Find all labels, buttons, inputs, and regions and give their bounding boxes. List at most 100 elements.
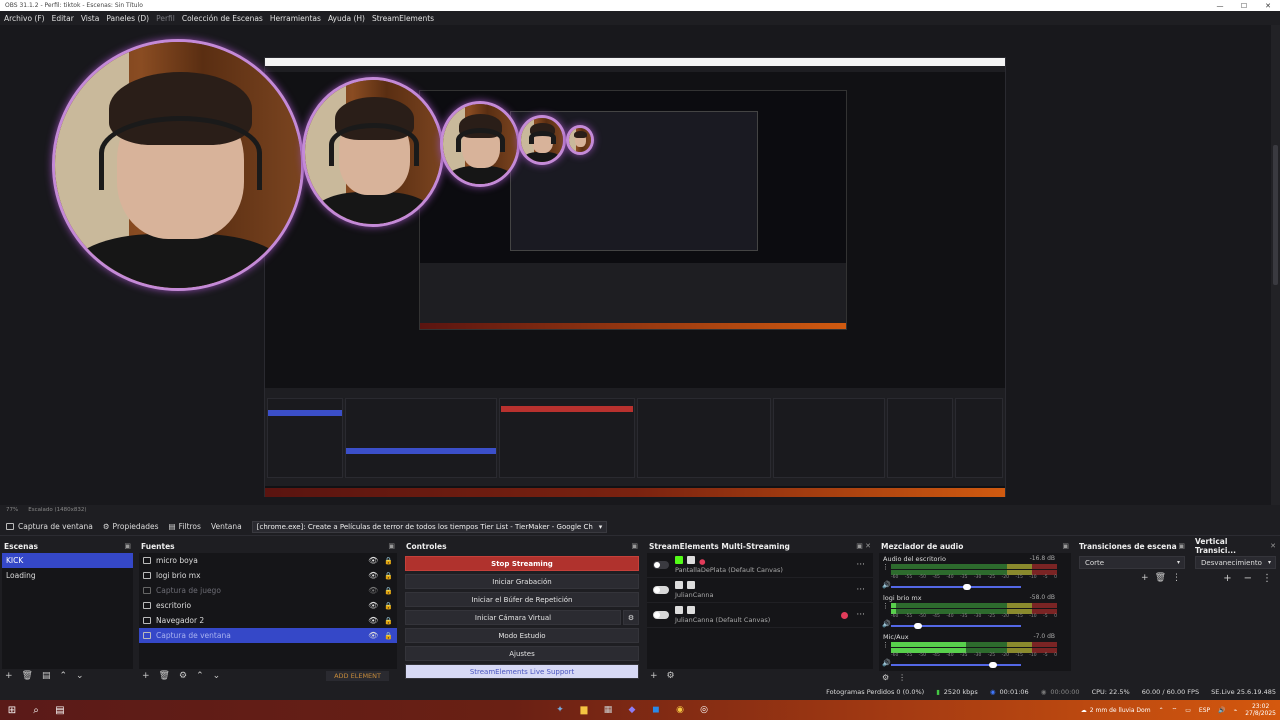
speaker-icon[interactable]: 🔊 bbox=[882, 659, 891, 667]
scale-label[interactable]: Escalado (1480x832) bbox=[28, 507, 86, 513]
zoom-level[interactable]: 77% bbox=[6, 507, 18, 513]
close-icon[interactable]: ✕ bbox=[1270, 542, 1276, 550]
source-item-selected[interactable]: Captura de ventana 👁 🔒 bbox=[139, 628, 397, 643]
source-item[interactable]: Captura de juego 👁 🔒 bbox=[139, 583, 397, 598]
app-icon[interactable]: ◆ bbox=[620, 705, 644, 715]
preview-scrollbar[interactable] bbox=[1271, 25, 1280, 505]
eye-hidden-icon[interactable]: 👁 bbox=[368, 586, 378, 595]
language-indicator[interactable]: ESP bbox=[1199, 707, 1210, 714]
weather-icon[interactable]: ☁ bbox=[1081, 707, 1087, 714]
gear-icon[interactable]: ⚙ bbox=[667, 671, 675, 681]
eye-icon[interactable]: 👁 bbox=[368, 556, 378, 565]
more-icon[interactable]: ··· bbox=[856, 610, 865, 620]
eye-icon[interactable]: 👁 bbox=[368, 601, 378, 610]
toggle-switch[interactable] bbox=[653, 561, 669, 569]
source-item[interactable]: micro boya 👁 🔒 bbox=[139, 553, 397, 568]
preview-canvas[interactable] bbox=[0, 25, 1280, 505]
menu-perfil[interactable]: Perfil bbox=[156, 14, 175, 23]
store-icon[interactable]: ▦ bbox=[596, 705, 620, 715]
scene-filter-icon[interactable]: ▤ bbox=[42, 671, 51, 681]
obs-icon[interactable]: ◎ bbox=[692, 705, 716, 715]
file-explorer-icon[interactable]: ▆ bbox=[572, 705, 596, 715]
menu-paneles[interactable]: Paneles (D) bbox=[106, 14, 149, 23]
settings-button[interactable]: Ajustes bbox=[405, 646, 639, 661]
add-icon[interactable]: + bbox=[650, 671, 658, 681]
toggle-switch[interactable] bbox=[653, 586, 669, 594]
menu-editar[interactable]: Editar bbox=[52, 14, 74, 23]
live-support-button[interactable]: StreamElements Live Support bbox=[405, 664, 639, 679]
replay-buffer-button[interactable]: Iniciar el Búfer de Repetición bbox=[405, 592, 639, 607]
dock-menu-icon[interactable]: ▣ bbox=[1062, 542, 1069, 550]
battery-icon[interactable]: ▭ bbox=[1185, 707, 1191, 714]
more-icon[interactable]: ⋮ bbox=[1172, 573, 1181, 583]
more-icon[interactable]: ⋮ bbox=[1262, 573, 1272, 584]
window-select[interactable]: [chrome.exe]: Create a Películas de terr… bbox=[251, 520, 608, 533]
virtual-camera-button[interactable]: Iniciar Cámara Virtual bbox=[405, 610, 621, 625]
task-view-icon[interactable]: ▤ bbox=[48, 705, 72, 716]
filters-button[interactable]: ▤ Filtros bbox=[169, 522, 201, 531]
minimize-button[interactable]: — bbox=[1208, 2, 1232, 10]
wifi-icon[interactable]: ⌔ bbox=[1172, 706, 1178, 714]
volume-slider[interactable] bbox=[891, 623, 1021, 629]
start-recording-button[interactable]: Iniciar Grabación bbox=[405, 574, 639, 589]
stop-streaming-button[interactable]: Stop Streaming bbox=[405, 556, 639, 571]
dock-menu-icon[interactable]: ▣ bbox=[1178, 542, 1185, 550]
add-icon[interactable]: + bbox=[142, 671, 150, 681]
move-down-icon[interactable]: ⌄ bbox=[76, 671, 84, 681]
lock-icon[interactable]: 🔒 bbox=[384, 572, 393, 580]
source-item[interactable]: escritorio 👁 🔒 bbox=[139, 598, 397, 613]
volume-slider[interactable] bbox=[891, 584, 1021, 590]
weather-text[interactable]: 2 mm de lluvia Dom bbox=[1090, 707, 1151, 714]
dock-menu-icon[interactable]: ▣ bbox=[124, 542, 131, 550]
search-icon[interactable]: ⌕ bbox=[24, 705, 48, 716]
eye-hidden-icon[interactable]: 👁 bbox=[368, 631, 378, 640]
menu-ayuda[interactable]: Ayuda (H) bbox=[328, 14, 365, 23]
menu-archivo[interactable]: Archivo (F) bbox=[4, 14, 45, 23]
scene-item-loading[interactable]: Loading bbox=[2, 568, 133, 583]
menu-herramientas[interactable]: Herramientas bbox=[270, 14, 321, 23]
scene-item-kick[interactable]: KICK bbox=[2, 553, 133, 568]
mixer-settings-icon[interactable]: ⚙ bbox=[882, 673, 889, 682]
add-icon[interactable]: + bbox=[5, 671, 13, 681]
eye-icon[interactable]: 👁 bbox=[368, 571, 378, 580]
volume-slider[interactable] bbox=[891, 662, 1021, 668]
eye-icon[interactable]: 👁 bbox=[368, 616, 378, 625]
close-button[interactable]: ✕ bbox=[1256, 2, 1280, 10]
dock-menu-icon[interactable]: ▣ bbox=[388, 542, 395, 550]
transition-select[interactable]: Corte ▾ bbox=[1079, 556, 1185, 569]
add-icon[interactable]: + bbox=[1223, 573, 1231, 584]
lock-icon[interactable]: 🔒 bbox=[384, 632, 393, 640]
trash-icon[interactable]: 🗑 bbox=[22, 671, 33, 681]
speaker-icon[interactable]: 🔊 bbox=[882, 620, 891, 628]
more-icon[interactable]: ··· bbox=[856, 585, 865, 595]
dock-menu-icon[interactable]: ▣ bbox=[631, 542, 638, 550]
copilot-icon[interactable]: ✦ bbox=[548, 705, 572, 715]
lock-icon[interactable]: 🔒 bbox=[384, 557, 393, 565]
outlook-icon[interactable]: ◼ bbox=[644, 705, 668, 715]
channel-menu-icon[interactable]: ⋮ bbox=[882, 641, 889, 649]
vertical-transition-select[interactable]: Desvanecimiento ▾ bbox=[1195, 556, 1276, 569]
close-icon[interactable]: ▣ ✕ bbox=[856, 542, 871, 550]
channel-menu-icon[interactable]: ⋮ bbox=[882, 602, 889, 610]
menu-streamelements[interactable]: StreamElements bbox=[372, 14, 434, 23]
move-down-icon[interactable]: ⌄ bbox=[213, 671, 221, 681]
trash-icon[interactable]: 🗑 bbox=[159, 671, 170, 681]
trash-icon[interactable]: 🗑 bbox=[1155, 573, 1166, 583]
speaker-icon[interactable]: 🔊 bbox=[1218, 707, 1225, 714]
source-item[interactable]: logi brio mx 👁 🔒 bbox=[139, 568, 397, 583]
clock[interactable]: 23:02 27/8/2025 bbox=[1245, 703, 1276, 717]
more-icon[interactable]: ··· bbox=[856, 560, 865, 570]
menu-coleccion-escenas[interactable]: Colección de Escenas bbox=[182, 14, 263, 23]
chrome-icon[interactable]: ◉ bbox=[668, 705, 692, 715]
source-item[interactable]: Navegador 2 👁 🔒 bbox=[139, 613, 397, 628]
add-element-button[interactable]: ADD ELEMENT bbox=[326, 671, 389, 681]
channel-menu-icon[interactable]: ⋮ bbox=[882, 563, 889, 571]
remove-icon[interactable]: − bbox=[1244, 573, 1252, 584]
menu-vista[interactable]: Vista bbox=[81, 14, 100, 23]
studio-mode-button[interactable]: Modo Estudio bbox=[405, 628, 639, 643]
chevron-up-icon[interactable]: ⌃ bbox=[1159, 707, 1164, 714]
mixer-menu-icon[interactable]: ⋮ bbox=[898, 673, 906, 682]
move-up-icon[interactable]: ⌃ bbox=[196, 671, 204, 681]
lock-icon[interactable]: 🔒 bbox=[384, 587, 393, 595]
lock-icon[interactable]: 🔒 bbox=[384, 602, 393, 610]
